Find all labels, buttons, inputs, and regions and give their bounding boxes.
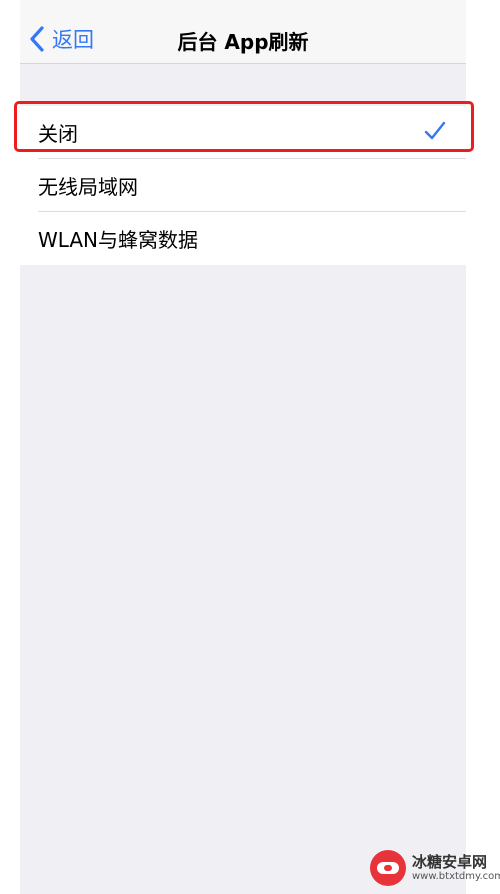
- watermark: 冰糖安卓网 www.btxtdmy.com: [370, 845, 500, 891]
- watermark-name: 冰糖安卓网: [412, 853, 488, 871]
- watermark-url: www.btxtdmy.com: [412, 871, 500, 882]
- option-label: 无线局域网: [38, 175, 138, 199]
- page-title: 后台 App刷新: [177, 30, 309, 54]
- option-wlan[interactable]: 无线局域网: [20, 159, 466, 212]
- navigation-bar: 返回 后台 App刷新: [20, 0, 466, 64]
- settings-page: 返回 后台 App刷新 关闭 无线局域网 WLAN与蜂窝数据: [20, 0, 466, 894]
- option-label: WLAN与蜂窝数据: [38, 228, 199, 252]
- option-wlan-and-cellular[interactable]: WLAN与蜂窝数据: [20, 212, 466, 265]
- watermark-logo-icon: [370, 850, 406, 886]
- screen: 返回 后台 App刷新 关闭 无线局域网 WLAN与蜂窝数据 冰糖安卓网 www…: [0, 0, 500, 894]
- option-off[interactable]: 关闭: [20, 106, 466, 159]
- option-label: 关闭: [38, 122, 78, 146]
- checkmark-icon: [424, 121, 446, 140]
- watermark-text: 冰糖安卓网 www.btxtdmy.com: [412, 853, 500, 883]
- refresh-options-list: 关闭 无线局域网 WLAN与蜂窝数据: [20, 106, 466, 265]
